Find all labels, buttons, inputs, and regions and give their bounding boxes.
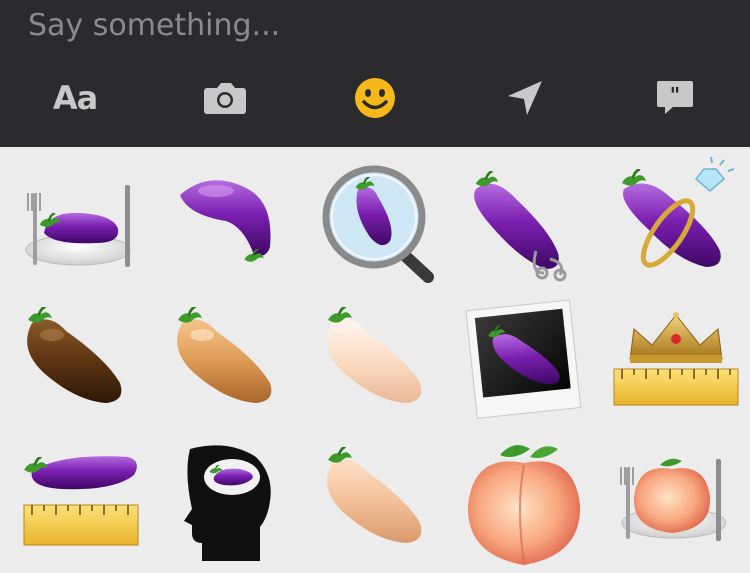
text-format-icon: Aa — [52, 79, 98, 117]
sticker-eggplant-dinner-plate[interactable] — [0, 155, 150, 293]
emoji-button[interactable] — [345, 70, 405, 126]
svg-text:": " — [670, 83, 680, 107]
smiley-icon — [355, 78, 395, 118]
sticker-eggplant-in-head[interactable] — [150, 435, 300, 573]
location-button[interactable] — [495, 70, 555, 126]
sticker-grid — [0, 147, 750, 566]
composer-bar: Say something... Aa " — [0, 0, 750, 147]
sticker-eggplant-with-ring[interactable] — [600, 155, 750, 293]
sticker-eggplant-on-ruler[interactable] — [0, 435, 150, 573]
quote-button[interactable]: " — [645, 70, 705, 126]
composer-toolbar: Aa " — [0, 70, 750, 126]
sticker-eggplant-dark-brown[interactable] — [0, 295, 150, 433]
sticker-peach-dinner-plate[interactable] — [600, 435, 750, 573]
sticker-eggplant-photo-frame[interactable] — [450, 295, 600, 433]
quote-bubble-icon: " — [657, 81, 693, 114]
text-format-button[interactable]: Aa — [45, 70, 105, 126]
sticker-eggplant-light-beige[interactable] — [300, 295, 450, 433]
sticker-crown-on-ruler[interactable] — [600, 295, 750, 433]
location-arrow-icon — [508, 81, 542, 115]
camera-icon — [204, 83, 246, 114]
sticker-peach[interactable] — [450, 435, 600, 573]
sticker-eggplant-with-hoop[interactable] — [450, 155, 600, 293]
sticker-eggplant-purple-curved[interactable] — [150, 155, 300, 293]
message-input[interactable]: Say something... — [28, 8, 728, 48]
sticker-eggplant-tan[interactable] — [150, 295, 300, 433]
sticker-eggplant-peach[interactable] — [300, 435, 450, 573]
camera-button[interactable] — [195, 70, 255, 126]
sticker-eggplant-magnifying-glass[interactable] — [300, 155, 450, 293]
